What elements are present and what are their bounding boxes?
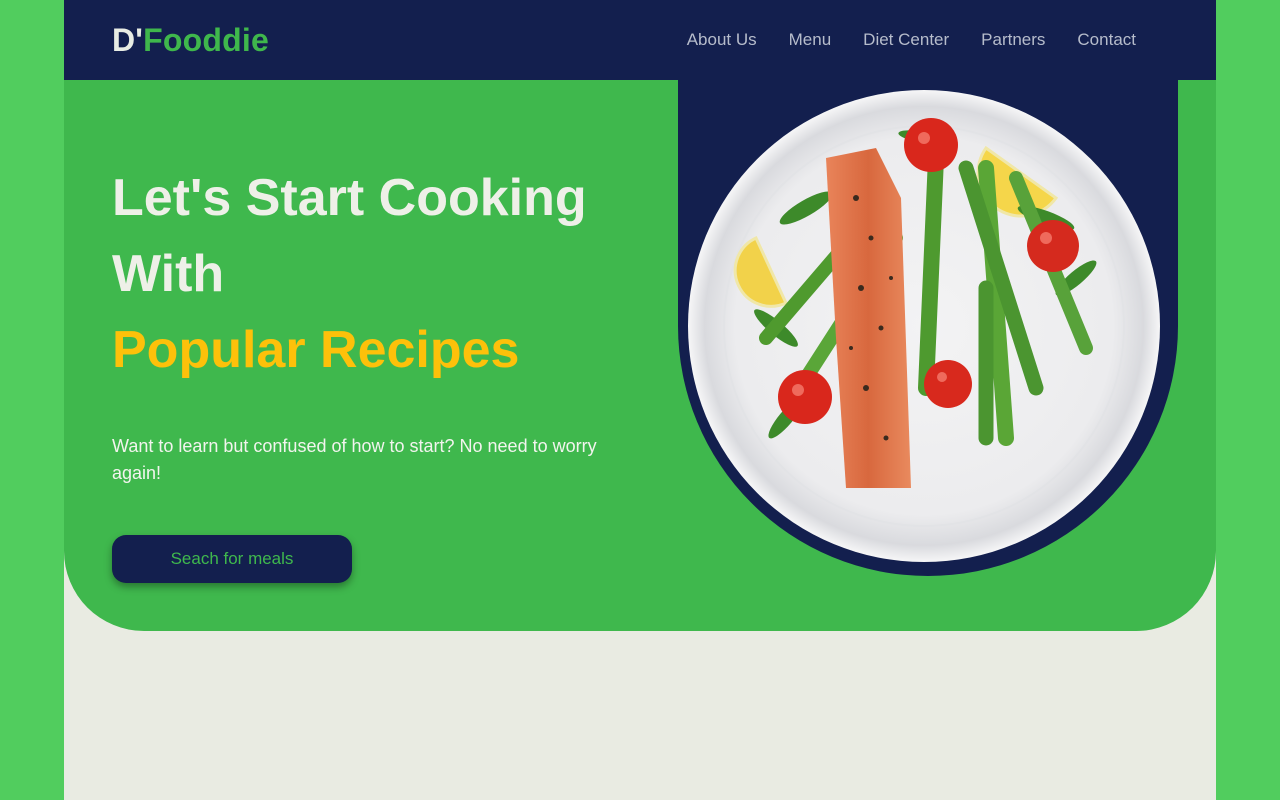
search-meals-button[interactable]: Seach for meals [112,535,352,583]
headline-line-2: With [112,245,225,303]
salmon-asparagus-plate-icon [688,90,1160,562]
page: D'Fooddie About Us Menu Diet Center Part… [64,0,1216,800]
logo[interactable]: D'Fooddie [112,20,269,60]
nav-partners[interactable]: Partners [981,28,1045,52]
navbar: D'Fooddie About Us Menu Diet Center Part… [64,0,1216,80]
hero-subtext: Want to learn but confused of how to sta… [112,436,597,483]
nav-contact[interactable]: Contact [1077,28,1136,52]
hero-headline: Let's Start Cooking With Popular Recipes [112,160,652,388]
logo-brand: Fooddie [143,22,269,58]
nav-menu[interactable]: Menu [789,28,832,52]
hero-section: Let's Start Cooking With Popular Recipes… [64,80,1216,631]
nav-diet-center[interactable]: Diet Center [863,28,949,52]
headline-accent: Popular Recipes [112,321,520,379]
hero-image [686,88,1166,568]
headline-line-1: Let's Start Cooking [112,169,587,227]
logo-prefix: D' [112,22,144,58]
nav-about-us[interactable]: About Us [687,28,757,52]
main-nav: About Us Menu Diet Center Partners Conta… [687,28,1136,52]
